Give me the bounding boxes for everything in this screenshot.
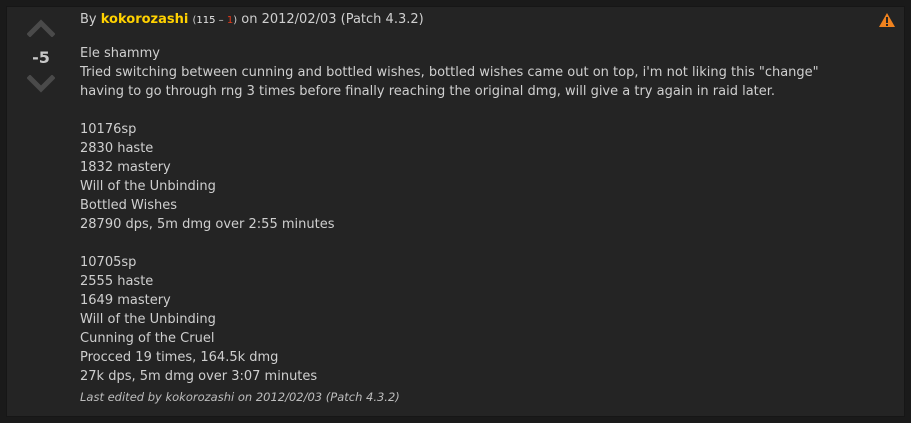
post-date: on 2012/02/03 (Patch 4.3.2) xyxy=(237,12,424,27)
comment-text: Ele shammy Tried switching between cunni… xyxy=(80,44,864,386)
comment-line: 2830 haste xyxy=(80,141,154,156)
comment-line: Tried switching between cunning and bott… xyxy=(80,65,819,99)
edited-note: Last edited by kokorozashi on 2012/02/03… xyxy=(80,390,400,404)
warning-icon xyxy=(879,13,895,27)
comment-line: Cunning of the Cruel xyxy=(80,331,215,346)
comment-line: 1649 mastery xyxy=(80,293,171,308)
comment-line: Will of the Unbinding xyxy=(80,179,216,194)
reputation: (115 – 1) xyxy=(192,15,237,26)
comment-line: 28790 dps, 5m dmg over 2:55 minutes xyxy=(80,217,335,232)
chevron-down-icon xyxy=(27,75,55,93)
comment-line: 10705sp xyxy=(80,255,137,270)
chevron-up-icon xyxy=(27,19,55,37)
comment-line: 1832 mastery xyxy=(80,160,171,175)
comment-line: Procced 19 times, 164.5k dmg xyxy=(80,350,279,365)
downvote-button[interactable] xyxy=(23,75,59,99)
vote-column: -5 xyxy=(23,19,59,99)
comment-card: -5 By kokorozashi (115 – 1) on 2012/02/0… xyxy=(6,6,905,417)
comment-line: 27k dps, 5m dmg over 3:07 minutes xyxy=(80,369,318,384)
upvote-button[interactable] xyxy=(23,19,59,43)
vote-score: -5 xyxy=(32,48,50,67)
rep-sep: – xyxy=(215,15,227,26)
comment-line: Bottled Wishes xyxy=(80,198,178,213)
report-button[interactable] xyxy=(878,12,896,28)
rep-up: 115 xyxy=(196,15,216,26)
byline-prefix: By xyxy=(80,12,101,27)
comment-line: 2555 haste xyxy=(80,274,154,289)
comment-line: Will of the Unbinding xyxy=(80,312,216,327)
author-link[interactable]: kokorozashi xyxy=(101,12,189,27)
comment-line: 10176sp xyxy=(80,122,137,137)
comment-body: By kokorozashi (115 – 1) on 2012/02/03 (… xyxy=(80,11,864,405)
byline: By kokorozashi (115 – 1) on 2012/02/03 (… xyxy=(80,11,864,30)
comment-line: Ele shammy xyxy=(80,46,160,61)
